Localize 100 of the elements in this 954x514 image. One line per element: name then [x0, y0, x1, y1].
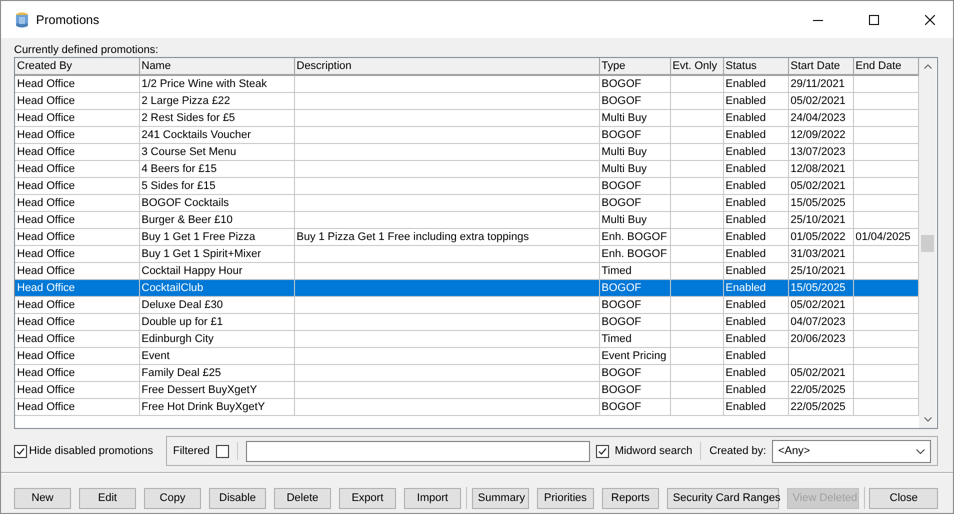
table-cell: Enabled — [723, 348, 788, 364]
table-cell: Enabled — [723, 280, 788, 296]
table-row[interactable]: Head Office Free Dessert BuyXgetY BOGOF Enabled 22/05/2025 — [15, 382, 918, 398]
action-button[interactable]: Summary — [472, 488, 529, 508]
table-row[interactable]: Head Office Burger & Beer £10 Multi Buy Enabled 25/10/2021 — [15, 212, 918, 228]
table-cell: Edinburgh City — [139, 330, 294, 348]
table-cell: Event Pricing — [599, 348, 670, 364]
table-row[interactable]: Head Office CocktailClub BOGOF Enabled 15/05/2025 — [15, 280, 918, 296]
action-button[interactable]: Copy — [144, 488, 201, 508]
table-cell: Family Deal £25 — [139, 364, 294, 382]
table-cell: Enabled — [723, 126, 788, 144]
column-header[interactable]: Created By — [15, 58, 139, 75]
table-cell: Event — [139, 348, 294, 364]
table-cell: Head Office — [15, 160, 139, 178]
table-row[interactable]: Head Office Double up for £1 BOGOF Enabled 04/07/2023 — [15, 314, 918, 330]
column-header[interactable]: Type — [599, 58, 670, 75]
table-row[interactable]: Head Office 1/2 Price Wine with Steak BOGOF Enabled 29/11/2021 — [15, 75, 918, 92]
created-by-dropdown[interactable]: <Any> — [772, 440, 931, 462]
action-button[interactable]: Export — [339, 488, 396, 508]
field-label: Created by: — [709, 445, 766, 457]
action-button[interactable]: Delete — [274, 488, 331, 508]
table-cell: Head Office — [15, 398, 139, 416]
scroll-down-icon[interactable] — [924, 417, 932, 422]
table-cell: BOGOF — [599, 296, 670, 314]
table-cell: 20/06/2023 — [788, 330, 853, 348]
column-header[interactable]: Start Date — [788, 58, 853, 75]
table-cell: 04/07/2023 — [788, 314, 853, 330]
table-row[interactable]: Head Office 2 Large Pizza £22 BOGOF Enabled 05/02/2021 — [15, 92, 918, 110]
checkbox[interactable] — [216, 444, 229, 458]
table-cell: BOGOF — [599, 280, 670, 296]
table-cell: 25/10/2021 — [788, 212, 853, 228]
table-cell: Enabled — [723, 178, 788, 194]
table-cell: 22/05/2025 — [788, 398, 853, 416]
table-row[interactable]: Head Office Deluxe Deal £30 BOGOF Enabled 05/02/2021 — [15, 296, 918, 314]
table-cell: 13/07/2023 — [788, 144, 853, 160]
table-cell: Burger & Beer £10 — [139, 212, 294, 228]
table-cell: Free Dessert BuyXgetY — [139, 382, 294, 398]
action-button[interactable]: Disable — [209, 488, 266, 508]
search-field[interactable] — [246, 440, 590, 462]
table-row[interactable]: Head Office 3 Course Set Menu Multi Buy Enabled 13/07/2023 — [15, 144, 918, 160]
table-cell: BOGOF — [599, 398, 670, 416]
table-row[interactable]: Head Office Family Deal £25 BOGOF Enabled 05/02/2021 — [15, 364, 918, 382]
table-cell: Head Office — [15, 246, 139, 262]
checkbox-label: Filtered — [173, 445, 210, 457]
table-cell: Head Office — [15, 330, 139, 348]
column-header[interactable]: Evt. Only — [670, 58, 723, 75]
table-cell: BOGOF — [599, 314, 670, 330]
table-row[interactable]: Head Office 2 Rest Sides for £5 Multi Buy Enabled 24/04/2023 — [15, 110, 918, 126]
scrollbar[interactable] — [919, 58, 936, 428]
table-row[interactable]: Head Office Edinburgh City Timed Enabled 20/06/2023 — [15, 330, 918, 348]
list-label: Currently defined promotions: — [14, 44, 160, 57]
maximize-icon[interactable] — [869, 14, 879, 24]
table-cell: 5 Sides for £15 — [139, 178, 294, 194]
table-row[interactable]: Head Office Event Event Pricing Enabled — [15, 348, 918, 364]
table-cell: 22/05/2025 — [788, 382, 853, 398]
table-cell: BOGOF — [599, 75, 670, 92]
table-cell: Head Office — [15, 212, 139, 228]
table-cell: Enabled — [723, 246, 788, 262]
action-button[interactable]: Security Card Ranges — [666, 488, 779, 508]
column-header[interactable]: Status — [723, 58, 788, 75]
close-icon[interactable] — [925, 14, 935, 24]
table-cell: 15/05/2025 — [788, 194, 853, 212]
table-cell: 12/09/2022 — [788, 126, 853, 144]
table-row[interactable]: Head Office 241 Cocktails Voucher BOGOF Enabled 12/09/2022 — [15, 126, 918, 144]
action-button[interactable]: Close — [869, 488, 938, 508]
table-cell: Head Office — [15, 364, 139, 382]
table-cell: Buy 1 Pizza Get 1 Free including extra toppings — [294, 228, 599, 246]
table-cell: 12/08/2021 — [788, 160, 853, 178]
column-header[interactable]: Name — [139, 58, 294, 75]
table-cell: Enh. BOGOF — [599, 246, 670, 262]
table-cell: 01/05/2022 — [788, 228, 853, 246]
table-cell: Multi Buy — [599, 144, 670, 160]
checkbox[interactable] — [14, 444, 27, 458]
table-row[interactable]: Head Office Buy 1 Get 1 Spirit+Mixer Enh. BOGOF Enabled 31/03/2021 — [15, 246, 918, 262]
table-cell: 24/04/2023 — [788, 110, 853, 126]
table-cell: Enabled — [723, 160, 788, 178]
checkbox[interactable] — [596, 444, 609, 458]
table-cell: 05/02/2021 — [788, 364, 853, 382]
table-cell: Timed — [599, 330, 670, 348]
table-cell: BOGOF — [599, 364, 670, 382]
table-cell: Buy 1 Get 1 Free Pizza — [139, 228, 294, 246]
table-cell: Head Office — [15, 296, 139, 314]
table-cell: Head Office — [15, 348, 139, 364]
table-row[interactable]: Head Office Buy 1 Get 1 Free Pizza Buy 1 Pizza Get 1 Free including extra toppings Enh. BOGOF Enabled 01/05/2022 01/04/2025 — [15, 228, 918, 246]
table-row[interactable]: Head Office Free Hot Drink BuyXgetY BOGOF Enabled 22/05/2025 — [15, 398, 918, 416]
column-header[interactable]: Description — [294, 58, 599, 75]
column-header[interactable]: End Date — [853, 58, 918, 75]
table-row[interactable]: Head Office BOGOF Cocktails BOGOF Enabled 15/05/2025 — [15, 194, 918, 212]
table-row[interactable]: Head Office 4 Beers for £15 Multi Buy Enabled 12/08/2021 — [15, 160, 918, 178]
scroll-thumb[interactable] — [921, 235, 934, 252]
action-button[interactable]: Reports — [602, 488, 659, 508]
scroll-up-icon[interactable] — [924, 64, 932, 69]
action-button[interactable]: Edit — [79, 488, 136, 508]
table-row[interactable]: Head Office 5 Sides for £15 BOGOF Enabled 05/02/2021 — [15, 178, 918, 194]
table-cell: CocktailClub — [139, 280, 294, 296]
action-button[interactable]: Priorities — [536, 488, 594, 508]
action-button[interactable]: Import — [404, 488, 461, 508]
table-cell: 05/02/2021 — [788, 296, 853, 314]
action-button[interactable]: New — [14, 488, 71, 508]
table-cell: Head Office — [15, 194, 139, 212]
